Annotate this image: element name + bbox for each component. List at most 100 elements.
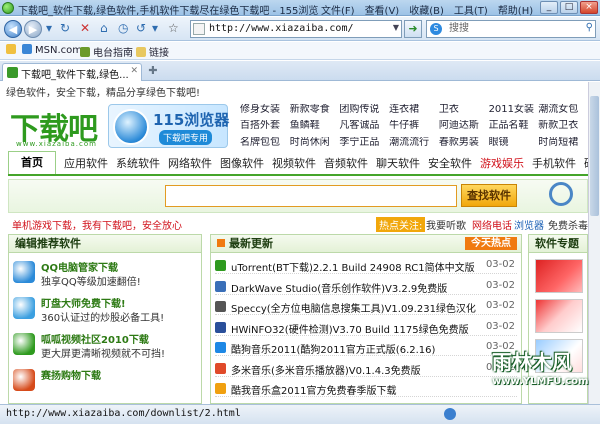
close-button[interactable]: ×: [580, 1, 598, 14]
update-row[interactable]: 多米音乐(多米音乐播放器)V0.1.4.3免费版 03-02: [215, 360, 517, 377]
shopping-link[interactable]: 时尚短裙: [538, 137, 588, 152]
shopping-link[interactable]: 团购传说: [339, 104, 389, 119]
shopping-link[interactable]: 眼镜: [489, 137, 539, 152]
recommended-item-title[interactable]: 呱呱视频社区2010下载: [41, 331, 149, 346]
update-title[interactable]: DarkWave Studio(音乐创作软件)V3.2.9免费版: [231, 280, 447, 295]
shopping-link[interactable]: 春款男装: [439, 137, 489, 152]
recommended-item-title[interactable]: QQ电脑管家下载: [41, 259, 118, 274]
menu-view[interactable]: 查看(V): [360, 1, 405, 17]
update-title[interactable]: 酷狗音乐2011(酷狗2011官方正式版(6.2.16): [231, 341, 435, 356]
recommended-item[interactable]: 呱呱视频社区2010下载 更大屏更清晰视频就不可挡!: [13, 331, 199, 365]
search-box[interactable]: S 搜搜 ⚲: [426, 20, 596, 38]
menu-file[interactable]: 文件(F): [316, 1, 360, 17]
nav-tab-10[interactable]: 手机软件: [528, 153, 580, 174]
topic-thumbnail[interactable]: [535, 299, 583, 333]
address-bar[interactable]: http://www.xiazaiba.com/ ▼: [190, 20, 402, 38]
home-icon[interactable]: ⌂: [100, 21, 108, 35]
hot-link-browser[interactable]: 浏览器: [514, 217, 544, 232]
hot-link-antivirus[interactable]: 免费杀毒: [548, 217, 588, 232]
topic-thumbnail[interactable]: [535, 259, 583, 293]
nav-tab-0[interactable]: 首页: [8, 151, 56, 174]
nav-tab-1[interactable]: 应用软件: [60, 153, 112, 174]
recommended-item-title[interactable]: 盯盘大师免费下载!: [41, 295, 126, 310]
minimize-button[interactable]: _: [540, 1, 558, 14]
history-icon[interactable]: ◷: [118, 21, 128, 35]
refresh-icon[interactable]: ↻: [60, 21, 70, 35]
hot-link-music[interactable]: 我要听歌: [426, 217, 466, 232]
nav-tab-8[interactable]: 安全软件: [424, 153, 476, 174]
recommended-item-title[interactable]: 赛扬购物下载: [41, 367, 101, 382]
favorite-star-icon[interactable]: ☆: [168, 21, 179, 35]
dropdown-arrow-icon[interactable]: ▾: [46, 21, 52, 35]
update-row[interactable]: uTorrent(BT下载)2.2.1 Build 24908 RC1简体中文版…: [215, 257, 517, 274]
go-button[interactable]: ➜: [404, 20, 422, 38]
shopping-link[interactable]: 潮流女包: [538, 104, 588, 119]
shopping-link[interactable]: 2011女装: [489, 104, 539, 119]
update-title[interactable]: Speccy(全方位电脑信息搜集工具)V1.09.231绿色汉化: [231, 300, 476, 315]
menu-arrow-icon[interactable]: ▾: [152, 21, 158, 35]
browser-ad-banner[interactable]: 115浏览器 下载吧专用: [108, 104, 229, 148]
update-row[interactable]: DarkWave Studio(音乐创作软件)V3.2.9免费版 03-02: [215, 278, 517, 295]
site-search-input[interactable]: [165, 185, 457, 207]
update-title[interactable]: 多米音乐(多米音乐播放器)V0.1.4.3免费版: [231, 362, 421, 377]
search-icon[interactable]: ⚲: [586, 22, 593, 33]
restore-icon[interactable]: ↺: [136, 21, 146, 35]
forward-button[interactable]: ▶: [24, 20, 42, 38]
favorite-links[interactable]: 链接: [136, 44, 169, 59]
update-row[interactable]: HWiNFO32(硬件检测)V3.70 Build 1175绿色免费版 03-02: [215, 319, 517, 336]
update-row[interactable]: 酷狗音乐2011(酷狗2011官方正式版(6.2.16) 03-02: [215, 339, 517, 356]
favorite-radio[interactable]: 电台指南: [80, 44, 133, 59]
nav-tab-9[interactable]: 游戏娱乐: [476, 153, 528, 174]
stop-icon[interactable]: ✕: [80, 21, 90, 35]
nav-tab-6[interactable]: 音频软件: [320, 153, 372, 174]
scrollbar-thumb[interactable]: [590, 96, 599, 216]
recommended-item[interactable]: 盯盘大师免费下载! 360认证过的炒股必备工具!: [13, 295, 199, 329]
shopping-link[interactable]: 百搭外套: [240, 120, 290, 135]
shopping-link[interactable]: 卫衣: [439, 104, 489, 119]
menu-tools[interactable]: 工具(T): [449, 1, 493, 17]
topic-thumbnail[interactable]: [535, 339, 583, 373]
recommended-item[interactable]: 赛扬购物下载: [13, 367, 199, 401]
tab-close-icon[interactable]: ✕: [130, 66, 138, 76]
site-search-button[interactable]: 查找软件: [461, 184, 517, 207]
shopping-link[interactable]: 阿迪达斯: [439, 120, 489, 135]
nav-tab-4[interactable]: 图像软件: [216, 153, 268, 174]
shopping-link[interactable]: 李宁正品: [339, 137, 389, 152]
address-url[interactable]: http://www.xiazaiba.com/: [209, 22, 354, 36]
tab-xiazaiba[interactable]: 下载吧_软件下载,绿色... ✕: [2, 63, 142, 81]
nav-tab-7[interactable]: 聊天软件: [372, 153, 424, 174]
shopping-link[interactable]: 凡客诚品: [339, 120, 389, 135]
back-button[interactable]: ◀: [4, 20, 22, 38]
update-title[interactable]: HWiNFO32(硬件检测)V3.70 Build 1175绿色免费版: [231, 321, 469, 336]
hot-link-phone[interactable]: 网络电话: [472, 217, 512, 232]
shopping-link[interactable]: 新款卫衣: [538, 120, 588, 135]
nav-tab-3[interactable]: 网络软件: [164, 153, 216, 174]
menu-favorites[interactable]: 收藏(B): [404, 1, 449, 17]
new-tab-icon[interactable]: ✚: [146, 65, 160, 79]
nav-tab-2[interactable]: 系统软件: [112, 153, 164, 174]
shopping-link[interactable]: 潮流流行: [389, 137, 439, 152]
shopping-link[interactable]: 鱼鳞鞋: [290, 120, 340, 135]
vertical-scrollbar[interactable]: [588, 82, 600, 404]
menu-help[interactable]: 帮助(H): [493, 1, 538, 17]
shopping-link[interactable]: 时尚休闲: [290, 137, 340, 152]
today-hot-badge[interactable]: 今天热点: [465, 237, 517, 250]
download-icon[interactable]: [444, 408, 456, 420]
shopping-link[interactable]: 牛仔裤: [389, 120, 439, 135]
nav-tab-5[interactable]: 视频软件: [268, 153, 320, 174]
favorite-msn[interactable]: MSN.com: [22, 44, 82, 56]
address-dropdown-icon[interactable]: ▼: [393, 23, 399, 32]
site-logo[interactable]: 下载吧 www.xiazaiba.com: [10, 104, 106, 150]
update-title[interactable]: 酷我音乐盒2011官方免费春季版下载: [231, 382, 396, 397]
shopping-link[interactable]: 连衣裙: [389, 104, 439, 119]
shopping-link[interactable]: 新款零食: [290, 104, 340, 119]
recommended-item[interactable]: QQ电脑管家下载 独享QQ等级加速翻倍!: [13, 259, 199, 293]
shopping-link[interactable]: 名牌包包: [240, 137, 290, 152]
favorites-add-icon[interactable]: [6, 44, 19, 56]
maximize-button[interactable]: □: [560, 1, 578, 14]
search-engine-icon[interactable]: S: [430, 23, 442, 35]
notice-link[interactable]: 单机游戏下载，我有下载吧，安全放心: [12, 217, 182, 232]
update-title[interactable]: uTorrent(BT下载)2.2.1 Build 24908 RC1简体中文版: [231, 259, 475, 274]
update-row[interactable]: Speccy(全方位电脑信息搜集工具)V1.09.231绿色汉化 03-02: [215, 298, 517, 315]
search-input[interactable]: 搜搜: [449, 22, 469, 36]
